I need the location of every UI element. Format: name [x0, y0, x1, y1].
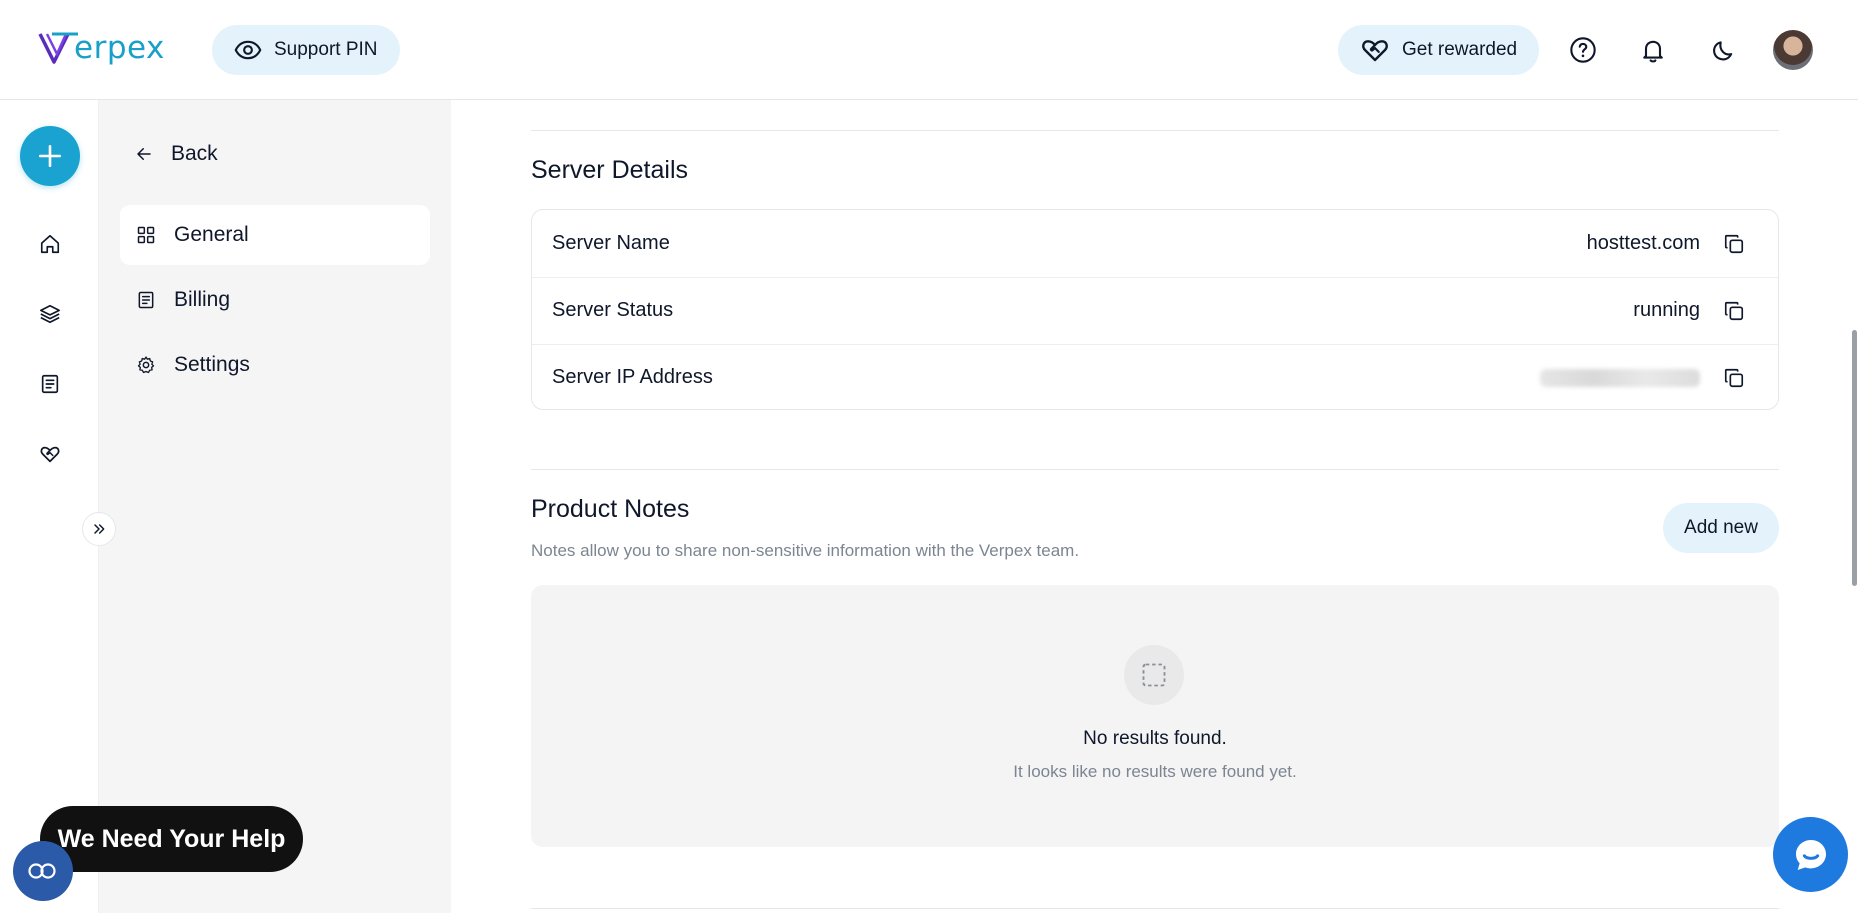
copy-icon[interactable] [1720, 364, 1748, 392]
double-chevron-right-icon [94, 524, 105, 534]
notes-empty-state: No results found. It looks like no resul… [531, 585, 1779, 847]
sub-navigation: Back General Billing Settings [99, 100, 451, 913]
expand-sidebar-button[interactable] [82, 512, 116, 546]
page-scrollbar[interactable] [1852, 330, 1857, 586]
add-new-note-button[interactable]: Add new [1663, 503, 1779, 553]
layers-icon[interactable] [36, 300, 64, 328]
server-name-row: Server Name hosttest.com [532, 210, 1778, 277]
verpex-logo[interactable]: erpex [38, 28, 165, 68]
server-name-label: Server Name [552, 232, 670, 254]
section-divider [531, 908, 1779, 909]
bell-icon[interactable] [1636, 33, 1670, 67]
redacted-ip-value [1540, 368, 1700, 387]
section-divider [531, 469, 1779, 470]
subnav-item-label: Settings [174, 353, 250, 376]
chat-icon[interactable] [1773, 817, 1848, 892]
heart-handshake-icon[interactable] [36, 440, 64, 468]
product-notes-subtitle: Notes allow you to share non-sensitive i… [531, 541, 1080, 560]
grid-icon [137, 226, 155, 244]
get-rewarded-button[interactable]: Get rewarded [1338, 25, 1540, 75]
subnav-item-billing[interactable]: Billing [120, 270, 430, 330]
empty-placeholder-icon [1124, 645, 1184, 705]
empty-state-title: No results found. [1083, 728, 1227, 749]
eye-icon [234, 40, 262, 60]
back-label: Back [171, 142, 218, 165]
support-pin-label: Support PIN [274, 39, 378, 60]
icon-rail [0, 100, 99, 913]
subnav-item-settings[interactable]: Settings [120, 335, 430, 395]
home-icon[interactable] [36, 230, 64, 258]
help-icon[interactable] [1566, 33, 1600, 67]
cookie-settings-icon[interactable] [13, 841, 73, 901]
server-ip-row: Server IP Address [532, 344, 1778, 409]
copy-icon[interactable] [1720, 297, 1748, 325]
gear-icon [137, 356, 155, 374]
server-details-title: Server Details [531, 156, 688, 184]
server-name-value: hosttest.com [1586, 232, 1700, 254]
copy-icon[interactable] [1720, 230, 1748, 258]
app: erpex Support PIN Get rewarded Back Gene… [0, 0, 1858, 913]
top-header: erpex Support PIN Get rewarded [0, 0, 1858, 100]
get-rewarded-label: Get rewarded [1402, 39, 1518, 60]
server-ip-label: Server IP Address [552, 366, 713, 388]
receipt-icon [138, 291, 154, 309]
document-icon[interactable] [36, 370, 64, 398]
create-new-button[interactable] [20, 126, 80, 186]
server-details-card: Server Name hosttest.com Server Status r… [531, 209, 1779, 410]
heart-handshake-icon [1362, 40, 1388, 62]
support-pin-button[interactable]: Support PIN [212, 25, 400, 75]
back-link[interactable]: Back [135, 142, 218, 166]
we-need-your-help-banner[interactable]: We Need Your Help [40, 806, 303, 872]
empty-state-description: It looks like no results were found yet. [1013, 762, 1297, 781]
subnav-item-label: General [174, 223, 249, 246]
user-avatar[interactable] [1773, 30, 1813, 70]
section-divider [531, 130, 1779, 131]
logo-text: erpex [74, 30, 165, 66]
arrow-left-icon [137, 148, 151, 160]
subnav-item-label: Billing [174, 288, 231, 311]
product-notes-title: Product Notes [531, 495, 690, 523]
server-status-row: Server Status running [532, 277, 1778, 344]
subnav-item-general[interactable]: General [120, 205, 430, 265]
server-status-label: Server Status [552, 299, 674, 321]
plus-icon [38, 144, 62, 168]
moon-icon[interactable] [1706, 33, 1740, 67]
server-status-value: running [1633, 299, 1700, 321]
